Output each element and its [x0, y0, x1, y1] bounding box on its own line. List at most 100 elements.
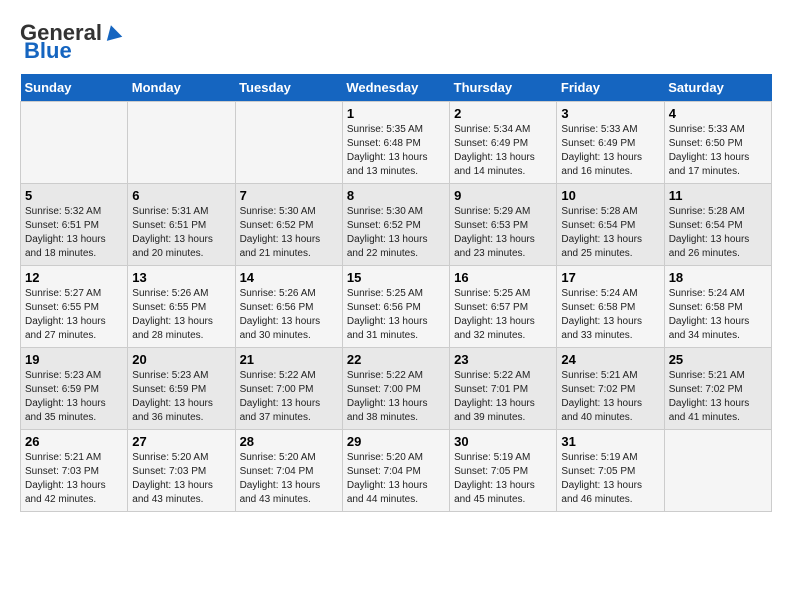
calendar-cell: 2 Sunrise: 5:34 AM Sunset: 6:49 PM Daylig…	[450, 102, 557, 184]
day-number: 16	[454, 270, 552, 285]
day-number: 7	[240, 188, 338, 203]
weekday-header: Tuesday	[235, 74, 342, 102]
day-info: Sunrise: 5:28 AM Sunset: 6:54 PM Dayligh…	[669, 205, 767, 261]
day-info: Sunrise: 5:22 AM Sunset: 7:00 PM Dayligh…	[240, 369, 338, 425]
calendar-cell: 1 Sunrise: 5:35 AM Sunset: 6:48 PM Daylig…	[342, 102, 449, 184]
calendar-cell: 4 Sunrise: 5:33 AM Sunset: 6:50 PM Daylig…	[664, 102, 771, 184]
logo-blue-text: Blue	[24, 38, 72, 64]
day-number: 25	[669, 352, 767, 367]
header: General Blue	[20, 20, 772, 64]
day-number: 11	[669, 188, 767, 203]
day-info: Sunrise: 5:31 AM Sunset: 6:51 PM Dayligh…	[132, 205, 230, 261]
day-number: 30	[454, 434, 552, 449]
weekday-header: Saturday	[664, 74, 771, 102]
day-info: Sunrise: 5:25 AM Sunset: 6:56 PM Dayligh…	[347, 287, 445, 343]
calendar-cell	[664, 430, 771, 512]
day-info: Sunrise: 5:20 AM Sunset: 7:04 PM Dayligh…	[240, 451, 338, 507]
day-info: Sunrise: 5:20 AM Sunset: 7:03 PM Dayligh…	[132, 451, 230, 507]
calendar-cell: 13 Sunrise: 5:26 AM Sunset: 6:55 PM Dayli…	[128, 266, 235, 348]
calendar-cell: 11 Sunrise: 5:28 AM Sunset: 6:54 PM Dayli…	[664, 184, 771, 266]
calendar-cell: 8 Sunrise: 5:30 AM Sunset: 6:52 PM Daylig…	[342, 184, 449, 266]
day-number: 18	[669, 270, 767, 285]
logo-icon	[103, 23, 123, 43]
day-number: 4	[669, 106, 767, 121]
day-info: Sunrise: 5:19 AM Sunset: 7:05 PM Dayligh…	[454, 451, 552, 507]
day-info: Sunrise: 5:23 AM Sunset: 6:59 PM Dayligh…	[25, 369, 123, 425]
day-number: 24	[561, 352, 659, 367]
calendar-cell: 9 Sunrise: 5:29 AM Sunset: 6:53 PM Daylig…	[450, 184, 557, 266]
day-number: 1	[347, 106, 445, 121]
calendar-cell: 14 Sunrise: 5:26 AM Sunset: 6:56 PM Dayli…	[235, 266, 342, 348]
day-info: Sunrise: 5:29 AM Sunset: 6:53 PM Dayligh…	[454, 205, 552, 261]
day-info: Sunrise: 5:35 AM Sunset: 6:48 PM Dayligh…	[347, 123, 445, 179]
day-number: 15	[347, 270, 445, 285]
day-info: Sunrise: 5:20 AM Sunset: 7:04 PM Dayligh…	[347, 451, 445, 507]
day-info: Sunrise: 5:30 AM Sunset: 6:52 PM Dayligh…	[240, 205, 338, 261]
calendar-cell: 7 Sunrise: 5:30 AM Sunset: 6:52 PM Daylig…	[235, 184, 342, 266]
day-number: 9	[454, 188, 552, 203]
day-info: Sunrise: 5:32 AM Sunset: 6:51 PM Dayligh…	[25, 205, 123, 261]
calendar-cell: 19 Sunrise: 5:23 AM Sunset: 6:59 PM Dayli…	[21, 348, 128, 430]
day-number: 23	[454, 352, 552, 367]
weekday-header: Friday	[557, 74, 664, 102]
calendar-week-row: 1 Sunrise: 5:35 AM Sunset: 6:48 PM Daylig…	[21, 102, 772, 184]
day-number: 5	[25, 188, 123, 203]
calendar-cell: 21Sunrise: 5:22 AM Sunset: 7:00 PM Dayli…	[235, 348, 342, 430]
logo: General Blue	[20, 20, 124, 64]
day-info: Sunrise: 5:24 AM Sunset: 6:58 PM Dayligh…	[561, 287, 659, 343]
day-info: Sunrise: 5:33 AM Sunset: 6:50 PM Dayligh…	[669, 123, 767, 179]
calendar-week-row: 19 Sunrise: 5:23 AM Sunset: 6:59 PM Dayli…	[21, 348, 772, 430]
day-number: 31	[561, 434, 659, 449]
calendar-week-row: 12Sunrise: 5:27 AM Sunset: 6:55 PM Dayli…	[21, 266, 772, 348]
day-info: Sunrise: 5:33 AM Sunset: 6:49 PM Dayligh…	[561, 123, 659, 179]
day-number: 6	[132, 188, 230, 203]
calendar-cell: 26 Sunrise: 5:21 AM Sunset: 7:03 PM Dayli…	[21, 430, 128, 512]
day-number: 17	[561, 270, 659, 285]
day-number: 28	[240, 434, 338, 449]
day-info: Sunrise: 5:19 AM Sunset: 7:05 PM Dayligh…	[561, 451, 659, 507]
day-number: 3	[561, 106, 659, 121]
day-number: 19	[25, 352, 123, 367]
day-info: Sunrise: 5:34 AM Sunset: 6:49 PM Dayligh…	[454, 123, 552, 179]
calendar-cell	[21, 102, 128, 184]
calendar-cell: 25 Sunrise: 5:21 AM Sunset: 7:02 PM Dayli…	[664, 348, 771, 430]
calendar-cell: 3 Sunrise: 5:33 AM Sunset: 6:49 PM Daylig…	[557, 102, 664, 184]
day-number: 22	[347, 352, 445, 367]
calendar-cell: 23 Sunrise: 5:22 AM Sunset: 7:01 PM Dayli…	[450, 348, 557, 430]
calendar-cell: 31 Sunrise: 5:19 AM Sunset: 7:05 PM Dayli…	[557, 430, 664, 512]
day-info: Sunrise: 5:21 AM Sunset: 7:03 PM Dayligh…	[25, 451, 123, 507]
day-info: Sunrise: 5:28 AM Sunset: 6:54 PM Dayligh…	[561, 205, 659, 261]
calendar-cell: 16Sunrise: 5:25 AM Sunset: 6:57 PM Dayli…	[450, 266, 557, 348]
calendar-cell: 18 Sunrise: 5:24 AM Sunset: 6:58 PM Dayli…	[664, 266, 771, 348]
day-number: 12	[25, 270, 123, 285]
calendar-cell: 15 Sunrise: 5:25 AM Sunset: 6:56 PM Dayli…	[342, 266, 449, 348]
day-info: Sunrise: 5:26 AM Sunset: 6:56 PM Dayligh…	[240, 287, 338, 343]
day-info: Sunrise: 5:26 AM Sunset: 6:55 PM Dayligh…	[132, 287, 230, 343]
day-number: 8	[347, 188, 445, 203]
calendar-cell: 6 Sunrise: 5:31 AM Sunset: 6:51 PM Daylig…	[128, 184, 235, 266]
calendar-cell: 24 Sunrise: 5:21 AM Sunset: 7:02 PM Dayli…	[557, 348, 664, 430]
calendar-table: SundayMondayTuesdayWednesdayThursdayFrid…	[20, 74, 772, 512]
calendar-cell: 22 Sunrise: 5:22 AM Sunset: 7:00 PM Dayli…	[342, 348, 449, 430]
calendar-cell: 12Sunrise: 5:27 AM Sunset: 6:55 PM Dayli…	[21, 266, 128, 348]
day-number: 13	[132, 270, 230, 285]
day-info: Sunrise: 5:23 AM Sunset: 6:59 PM Dayligh…	[132, 369, 230, 425]
day-info: Sunrise: 5:21 AM Sunset: 7:02 PM Dayligh…	[669, 369, 767, 425]
day-number: 26	[25, 434, 123, 449]
day-info: Sunrise: 5:22 AM Sunset: 7:00 PM Dayligh…	[347, 369, 445, 425]
weekday-header-row: SundayMondayTuesdayWednesdayThursdayFrid…	[21, 74, 772, 102]
calendar-cell: 28 Sunrise: 5:20 AM Sunset: 7:04 PM Dayli…	[235, 430, 342, 512]
day-info: Sunrise: 5:24 AM Sunset: 6:58 PM Dayligh…	[669, 287, 767, 343]
calendar-week-row: 5 Sunrise: 5:32 AM Sunset: 6:51 PM Daylig…	[21, 184, 772, 266]
calendar-cell: 29Sunrise: 5:20 AM Sunset: 7:04 PM Dayli…	[342, 430, 449, 512]
weekday-header: Thursday	[450, 74, 557, 102]
day-info: Sunrise: 5:21 AM Sunset: 7:02 PM Dayligh…	[561, 369, 659, 425]
weekday-header: Monday	[128, 74, 235, 102]
day-number: 14	[240, 270, 338, 285]
day-info: Sunrise: 5:30 AM Sunset: 6:52 PM Dayligh…	[347, 205, 445, 261]
weekday-header: Wednesday	[342, 74, 449, 102]
day-number: 2	[454, 106, 552, 121]
day-number: 27	[132, 434, 230, 449]
day-info: Sunrise: 5:22 AM Sunset: 7:01 PM Dayligh…	[454, 369, 552, 425]
day-number: 20	[132, 352, 230, 367]
